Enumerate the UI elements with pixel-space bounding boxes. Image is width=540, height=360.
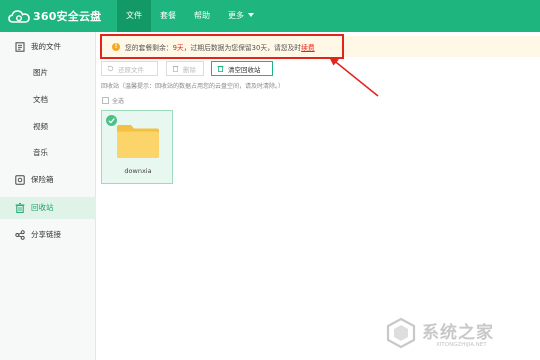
sidebar-item-share-links[interactable]: 分享链接	[0, 224, 96, 246]
watermark: 系统之家 XITONGZHIJIA.NET	[384, 312, 534, 356]
sidebar-item-label: 视频	[33, 122, 48, 131]
watermark-text: 系统之家	[422, 323, 494, 343]
cloud-logo-icon	[8, 9, 30, 23]
sidebar-item-label: 保险箱	[31, 175, 54, 184]
file-list-icon	[15, 42, 25, 52]
notice-prefix: 您的套餐剩余：	[125, 43, 173, 52]
nav-item-more-label: 更多	[228, 11, 244, 20]
nav-item-help[interactable]: 帮助	[185, 0, 219, 32]
notice-days-remaining: 9天	[172, 43, 184, 52]
sidebar-item-documents[interactable]: 文档	[0, 89, 96, 111]
trash-icon	[172, 65, 179, 72]
warning-icon: !	[112, 42, 120, 51]
main-nav: 文件 套餐 帮助 更多	[117, 0, 263, 32]
delete-button[interactable]: 删除	[166, 61, 204, 76]
sidebar-item-label: 图片	[33, 68, 48, 77]
delete-label: 删除	[183, 65, 196, 74]
sidebar-item-label: 音乐	[33, 148, 48, 157]
sidebar-item-label: 分享链接	[31, 230, 61, 239]
renew-link[interactable]: 续费	[301, 42, 315, 52]
top-navigation-bar: 360安全云盘 文件 套餐 帮助 更多	[0, 0, 540, 32]
restore-files-label: 还原文件	[118, 65, 144, 74]
sidebar-item-safe[interactable]: 保险箱	[0, 169, 96, 191]
nav-item-more[interactable]: 更多	[219, 0, 263, 32]
nav-item-files[interactable]: 文件	[117, 0, 151, 32]
sidebar-item-recycle-bin[interactable]: 回收站	[0, 197, 96, 219]
sidebar-item-label: 我的文件	[31, 42, 61, 51]
annotation-arrow	[329, 57, 379, 97]
sidebar-item-label: 回收站	[31, 203, 54, 212]
trash-icon	[217, 65, 224, 72]
watermark-logo-icon	[386, 317, 416, 349]
sidebar: 我的文件 图片 文档 视频 音乐 保险箱 回收站 分享链接	[0, 32, 96, 360]
restore-files-button[interactable]: 还原文件	[101, 61, 158, 76]
restore-icon	[107, 65, 114, 72]
plan-expiry-notice: ! 您的套餐剩余： 9天 ，过期后数据为您保留30天，请您及时 续费	[100, 34, 344, 59]
sidebar-item-my-files[interactable]: 我的文件	[0, 36, 96, 58]
select-all-label: 全选	[112, 98, 125, 105]
safe-icon	[15, 175, 25, 185]
sidebar-item-videos[interactable]: 视频	[0, 116, 96, 138]
caret-down-icon	[248, 13, 254, 17]
app-logo-text: 360安全云盘	[33, 10, 102, 23]
nav-item-plans[interactable]: 套餐	[151, 0, 185, 32]
file-name: downxia	[124, 167, 152, 175]
file-card[interactable]: downxia	[101, 110, 173, 184]
app-logo[interactable]: 360安全云盘	[8, 8, 101, 24]
sidebar-item-images[interactable]: 图片	[0, 62, 96, 84]
select-all[interactable]: 全选	[102, 96, 124, 105]
notice-middle: ，过期后数据为您保留30天，请您及时	[183, 43, 302, 52]
folder-icon	[117, 125, 159, 158]
share-icon	[15, 230, 25, 240]
recycle-bin-tip: 回收站（温馨提示：回收站的数据占用您的云盘空间，请及时清除。）	[101, 83, 285, 90]
empty-recycle-bin-button[interactable]: 清空回收站	[211, 61, 273, 76]
sidebar-item-music[interactable]: 音乐	[0, 142, 96, 164]
sidebar-item-label: 文档	[33, 95, 48, 104]
select-all-checkbox[interactable]	[102, 97, 109, 104]
watermark-url: XITONGZHIJIA.NET	[436, 342, 487, 348]
recycle-bin-icon	[15, 203, 25, 213]
empty-recycle-bin-label: 清空回收站	[228, 65, 261, 74]
